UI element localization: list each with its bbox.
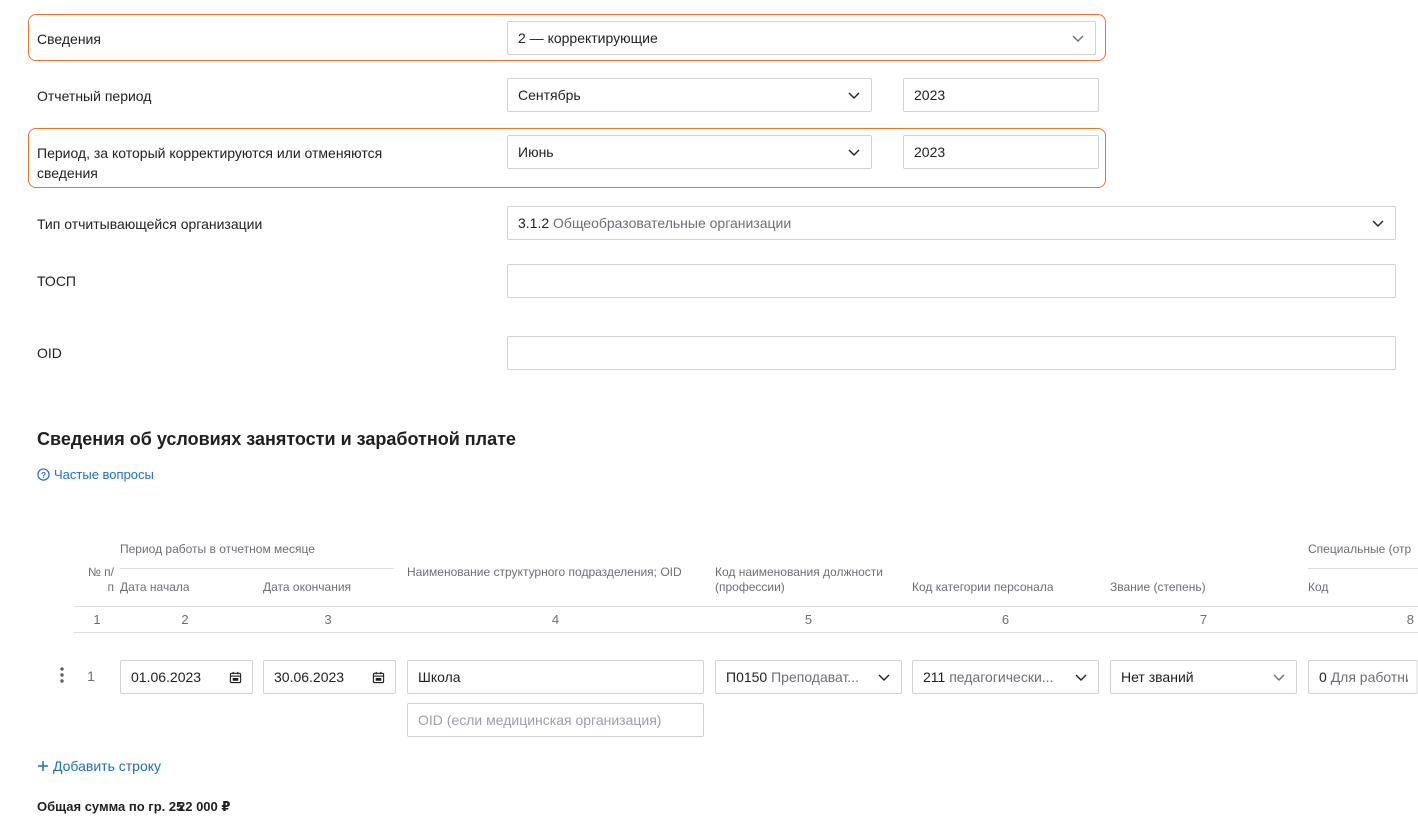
th-special-group: Специальные (отр: [1308, 542, 1412, 556]
svedeniya-value: 2 — корректирующие: [518, 30, 658, 46]
th-period-underline: [120, 568, 394, 569]
section-title: Сведения об условиях занятости и заработ…: [37, 429, 516, 449]
th-rank: Звание (степень): [1110, 580, 1206, 594]
category-code: 211: [923, 669, 946, 685]
org-type-name: Общеобразовательные организации: [553, 215, 792, 231]
faq-link-label: Частые вопросы: [54, 467, 154, 482]
th-category-code: Код категории персонала: [912, 580, 1054, 594]
th-special-code: Код: [1308, 580, 1329, 594]
end-date-input[interactable]: 30.06.2023: [263, 660, 396, 694]
report-period-year-value: 2023: [914, 87, 946, 103]
th-end: Дата окончания: [263, 580, 352, 594]
calendar-icon[interactable]: [372, 671, 385, 684]
tosp-label: ТОСП: [37, 273, 76, 289]
report-period-year-input[interactable]: 2023: [903, 78, 1099, 112]
chevron-down-icon: [1372, 220, 1384, 227]
row-number: 1: [87, 668, 95, 684]
row-oid-placeholder: OID (если медицинская организация): [418, 712, 662, 728]
col-number-4: 4: [551, 612, 560, 627]
tosp-input[interactable]: [507, 264, 1396, 298]
rank-select[interactable]: Нет званий: [1110, 660, 1297, 694]
position-code: П0150: [726, 669, 768, 685]
corr-period-year-input[interactable]: 2023: [903, 135, 1099, 169]
plus-icon: [38, 761, 48, 771]
corr-period-year-value: 2023: [914, 144, 946, 160]
start-date-input[interactable]: 01.06.2023: [120, 660, 253, 694]
svedeniya-label: Сведения: [37, 31, 101, 47]
oid-label: OID: [37, 345, 62, 361]
total-value: 22 000 ₽: [178, 799, 231, 814]
special-name: Для работни: [1330, 669, 1408, 685]
add-row-label: Добавить строку: [53, 758, 162, 774]
position-name: Преподават...: [771, 669, 860, 685]
row-menu-icon[interactable]: [58, 666, 66, 686]
row-oid-input[interactable]: OID (если медицинская организация): [407, 703, 704, 737]
category-name: педагогически...: [949, 669, 1054, 685]
calendar-icon[interactable]: [229, 671, 242, 684]
chevron-down-icon: [848, 149, 860, 156]
col-number-2: 2: [181, 612, 189, 627]
th-num: № п/п: [87, 565, 114, 594]
col-number-1: 1: [93, 612, 101, 627]
chevron-down-icon: [848, 92, 860, 99]
corr-period-month-select[interactable]: Июнь: [507, 135, 872, 169]
add-row-button[interactable]: Добавить строку: [37, 758, 161, 774]
th-position-code: Код наименования должности (профессии): [715, 565, 883, 594]
svg-text:?: ?: [41, 470, 46, 480]
report-period-label: Отчетный период: [37, 88, 152, 104]
chevron-down-icon: [1075, 674, 1087, 681]
total-label: Общая сумма по гр. 25: [37, 799, 184, 814]
chevron-down-icon: [1072, 35, 1084, 42]
th-subdivision: Наименование структурного подразделения;…: [407, 565, 682, 579]
chevron-down-icon: [1273, 674, 1285, 681]
question-circle-icon: ?: [37, 468, 50, 481]
corr-period-label-line1: Период, за который корректируются или от…: [37, 145, 383, 161]
org-type-select[interactable]: 3.1.2 Общеобразовательные организации: [507, 206, 1396, 240]
end-date-value: 30.06.2023: [274, 669, 345, 685]
org-type-code: 3.1.2: [518, 215, 550, 231]
special-code-select[interactable]: 0 Для работни: [1308, 660, 1418, 694]
faq-link[interactable]: ? Частые вопросы: [37, 467, 154, 482]
subdivision-input[interactable]: Школа: [407, 660, 704, 694]
position-code-select[interactable]: П0150 Преподават...: [715, 660, 902, 694]
th-start: Дата начала: [120, 580, 190, 594]
col-number-5: 5: [804, 612, 813, 627]
table-colnum-border: [74, 632, 1418, 633]
report-period-month-value: Сентябрь: [518, 87, 581, 103]
table-header-border: [74, 606, 1418, 607]
org-type-label: Тип отчитывающейся организации: [37, 216, 263, 232]
chevron-down-icon: [878, 674, 890, 681]
th-period-group: Период работы в отчетном месяце: [120, 542, 315, 556]
col-number-8: 8: [1406, 612, 1414, 627]
col-number-7: 7: [1199, 612, 1208, 627]
rank-value: Нет званий: [1121, 669, 1194, 685]
corr-period-month-value: Июнь: [518, 144, 554, 160]
svedeniya-select[interactable]: 2 — корректирующие: [507, 21, 1096, 55]
subdivision-value: Школа: [418, 669, 461, 685]
category-code-select[interactable]: 211 педагогически...: [912, 660, 1099, 694]
col-number-3: 3: [324, 612, 332, 627]
special-code: 0: [1319, 669, 1327, 685]
report-period-month-select[interactable]: Сентябрь: [507, 78, 872, 112]
th-special-underline: [1308, 568, 1418, 569]
start-date-value: 01.06.2023: [131, 669, 202, 685]
col-number-6: 6: [1001, 612, 1010, 627]
corr-period-label-line2: сведения: [37, 165, 98, 181]
oid-input[interactable]: [507, 336, 1396, 370]
